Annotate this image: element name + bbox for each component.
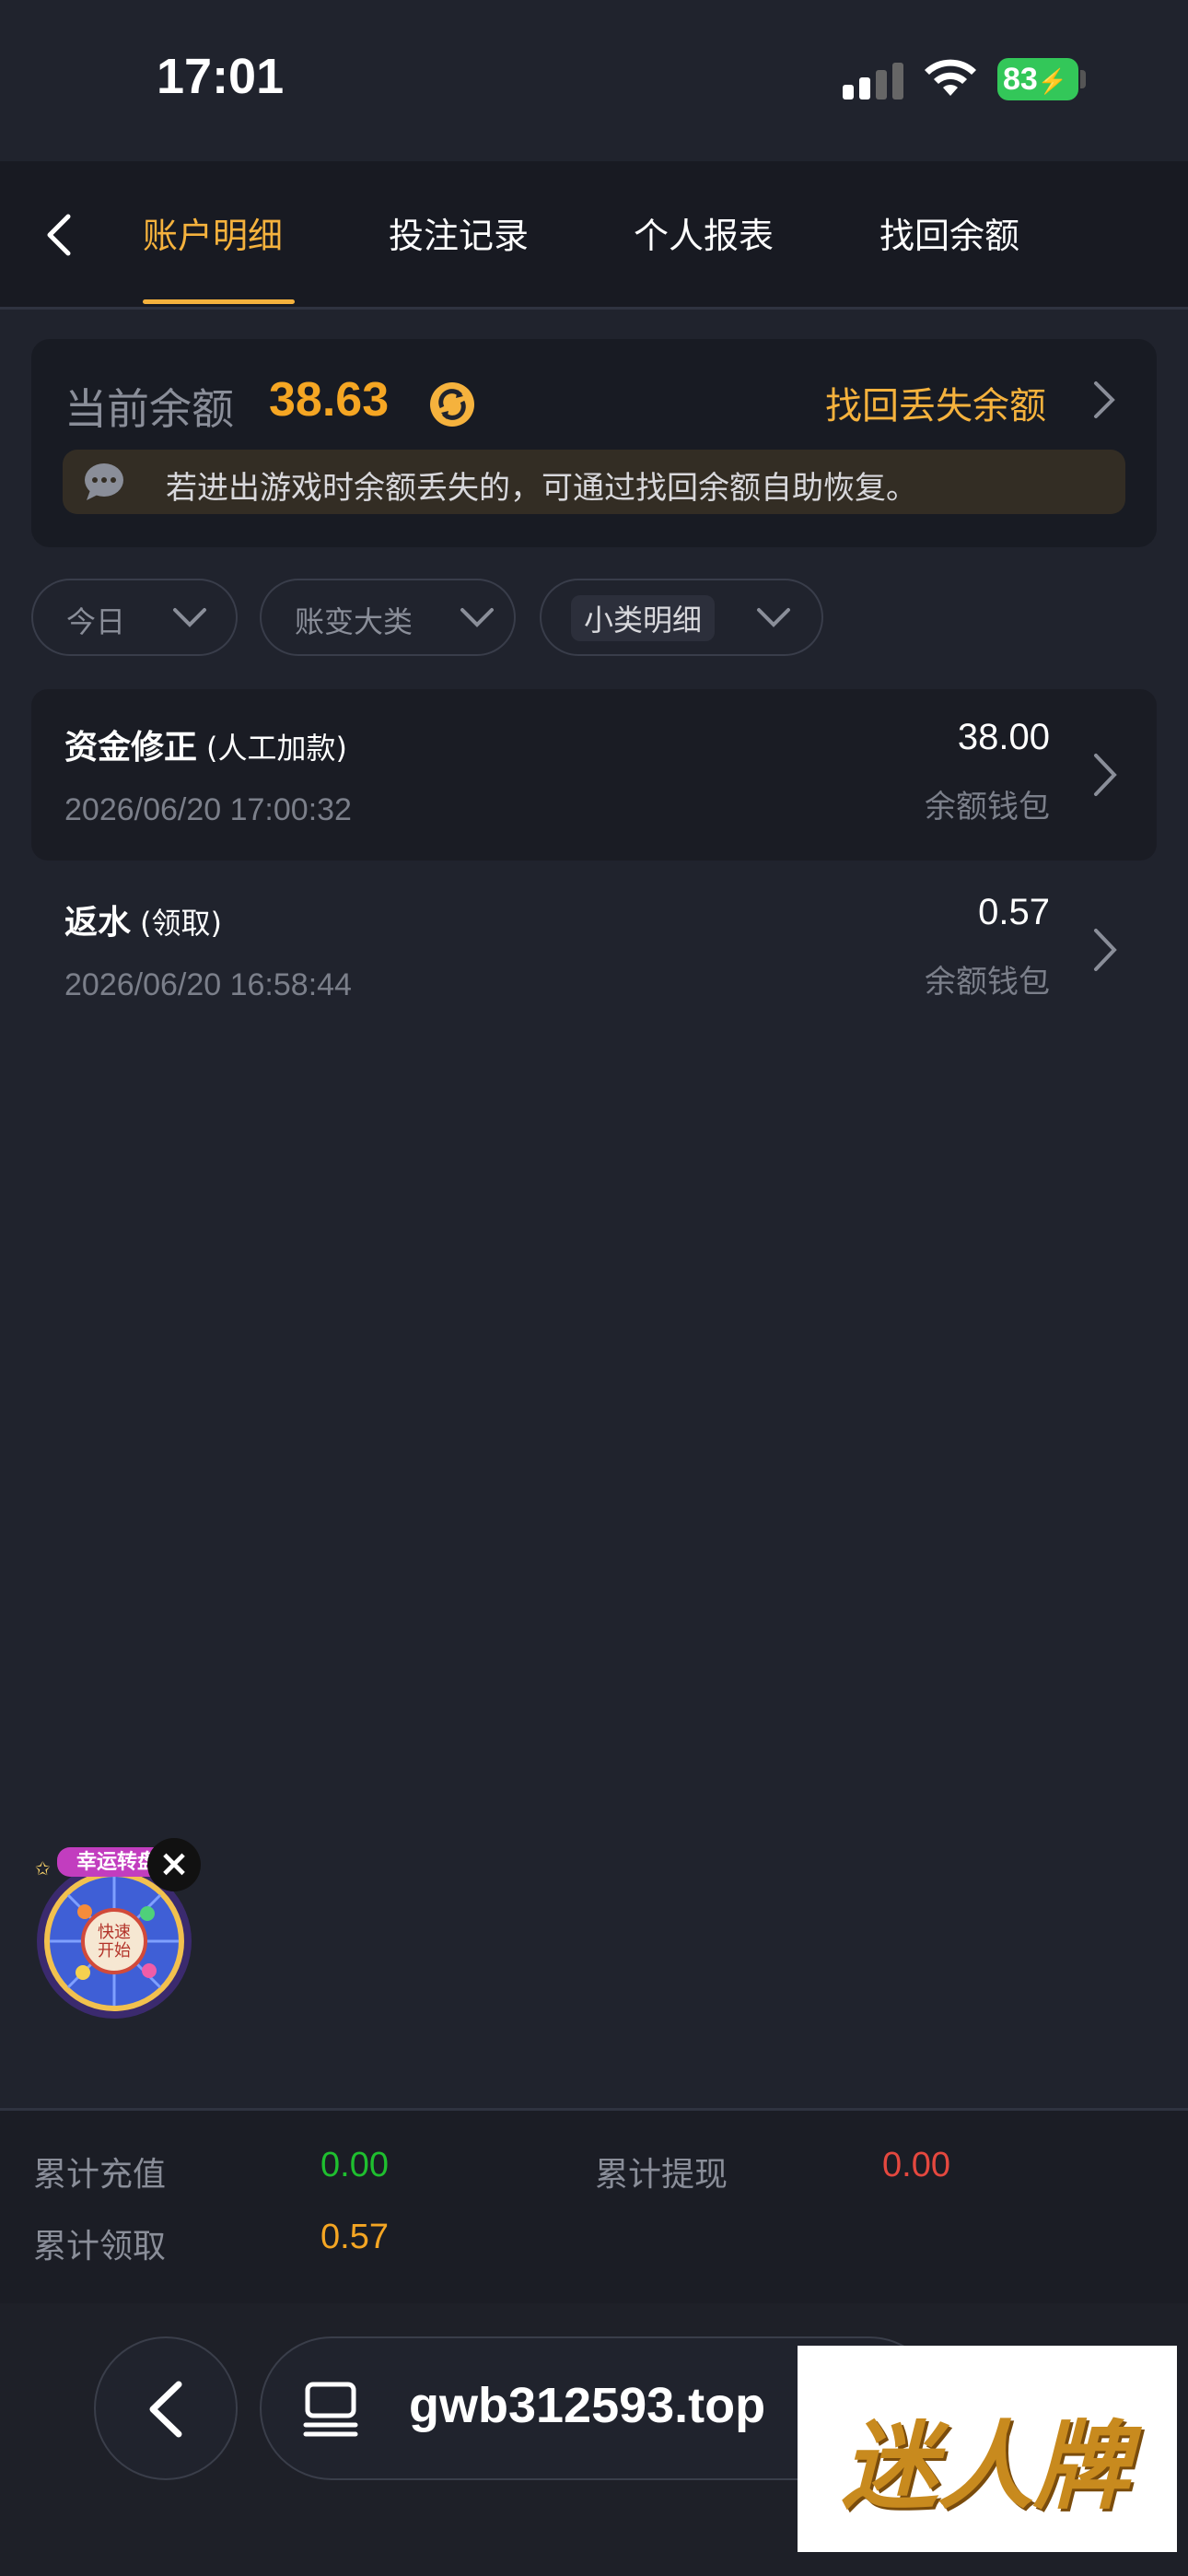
transaction-row[interactable]: 返水 (领取) 2026/06/20 16:58:44 0.57 余额钱包	[31, 864, 1157, 1036]
svg-text:幸运转盘: 幸运转盘	[76, 1850, 157, 1874]
total-claim-value: 0.57	[320, 2218, 389, 2256]
tab-recover-balance[interactable]: 找回余额	[879, 207, 1019, 258]
transaction-wallet: 余额钱包	[925, 964, 1050, 1001]
total-claim-label: 累计领取	[33, 2228, 167, 2266]
back-arrow-icon[interactable]	[33, 207, 88, 263]
status-bar: 17:01 83⚡	[0, 0, 1188, 161]
clock: 17:01	[157, 49, 285, 104]
svg-text:✩: ✩	[35, 1857, 51, 1879]
svg-text:开始: 开始	[98, 1941, 131, 1961]
chevron-right-icon	[1094, 754, 1117, 796]
close-promo-button[interactable]: ×	[147, 1838, 201, 1891]
transaction-amount: 0.57	[978, 892, 1050, 932]
url-text: gwb312593.top	[409, 2378, 766, 2433]
chevron-down-icon	[757, 608, 790, 627]
balance-value: 38.63	[269, 373, 390, 427]
top-nav: 账户明细 投注记录 个人报表 找回余额	[0, 161, 1188, 310]
total-recharge-value: 0.00	[320, 2146, 389, 2184]
chevron-right-icon	[1094, 929, 1117, 971]
date-filter-dropdown[interactable]: 今日	[31, 579, 238, 656]
wifi-icon	[925, 59, 976, 96]
chevron-down-icon	[173, 608, 206, 627]
battery-indicator: 83⚡	[997, 58, 1078, 100]
subcategory-filter-label: 小类明细	[571, 595, 716, 641]
notice-text: 若进出游戏时余额丢失的，可通过找回余额自助恢复。	[166, 470, 917, 507]
category-filter-label: 账变大类	[295, 604, 413, 639]
balance-label: 当前余额	[64, 384, 234, 434]
recover-lost-balance-link[interactable]: 找回丢失余额	[825, 376, 1046, 429]
battery-cap	[1080, 70, 1086, 88]
browser-back-button[interactable]	[94, 2336, 238, 2480]
transaction-title: 资金修正 (人工加款)	[64, 729, 347, 767]
total-withdraw-value: 0.00	[882, 2146, 950, 2184]
tab-personal-report[interactable]: 个人报表	[634, 207, 774, 258]
page-menu-icon	[303, 2382, 358, 2437]
tab-account-details[interactable]: 账户明细	[143, 207, 283, 258]
transaction-time: 2026/06/20 17:00:32	[64, 792, 352, 827]
totals-summary: 累计充值 0.00 累计提现 0.00 累计领取 0.57	[0, 2108, 1188, 2304]
transaction-subtype: (领取)	[140, 906, 222, 941]
transaction-title: 返水 (领取)	[64, 904, 222, 942]
chat-bubble-icon	[85, 463, 123, 500]
back-arrow-icon	[149, 2381, 182, 2438]
total-recharge-label: 累计充值	[33, 2156, 167, 2194]
chevron-right-icon[interactable]	[1090, 380, 1118, 420]
chevron-down-icon	[460, 608, 494, 627]
refresh-icon[interactable]	[427, 380, 477, 429]
balance-notice: 若进出游戏时余额丢失的，可通过找回余额自助恢复。	[63, 450, 1125, 514]
tab-bet-records[interactable]: 投注记录	[389, 207, 529, 258]
transaction-wallet: 余额钱包	[925, 789, 1050, 825]
category-filter-dropdown[interactable]: 账变大类	[260, 579, 516, 656]
cellular-signal-icon	[843, 63, 903, 100]
watermark-text: 迷人牌	[842, 2410, 1130, 2523]
watermark-logo: 迷人牌	[798, 2346, 1177, 2552]
date-filter-label: 今日	[66, 604, 126, 639]
svg-text:快速: 快速	[98, 1923, 131, 1942]
subcategory-filter-dropdown[interactable]: 小类明细	[540, 579, 823, 656]
active-tab-indicator	[143, 299, 295, 304]
total-withdraw-label: 累计提现	[595, 2156, 728, 2194]
transaction-row[interactable]: 资金修正 (人工加款) 2026/06/20 17:00:32 38.00 余额钱…	[31, 689, 1157, 861]
transaction-time: 2026/06/20 16:58:44	[64, 967, 352, 1002]
transaction-subtype: (人工加款)	[206, 731, 347, 766]
balance-card: 当前余额 38.63 找回丢失余额 若进出游戏时余额丢失的，可通过找回余额自助恢…	[31, 339, 1157, 547]
transaction-amount: 38.00	[957, 717, 1050, 757]
